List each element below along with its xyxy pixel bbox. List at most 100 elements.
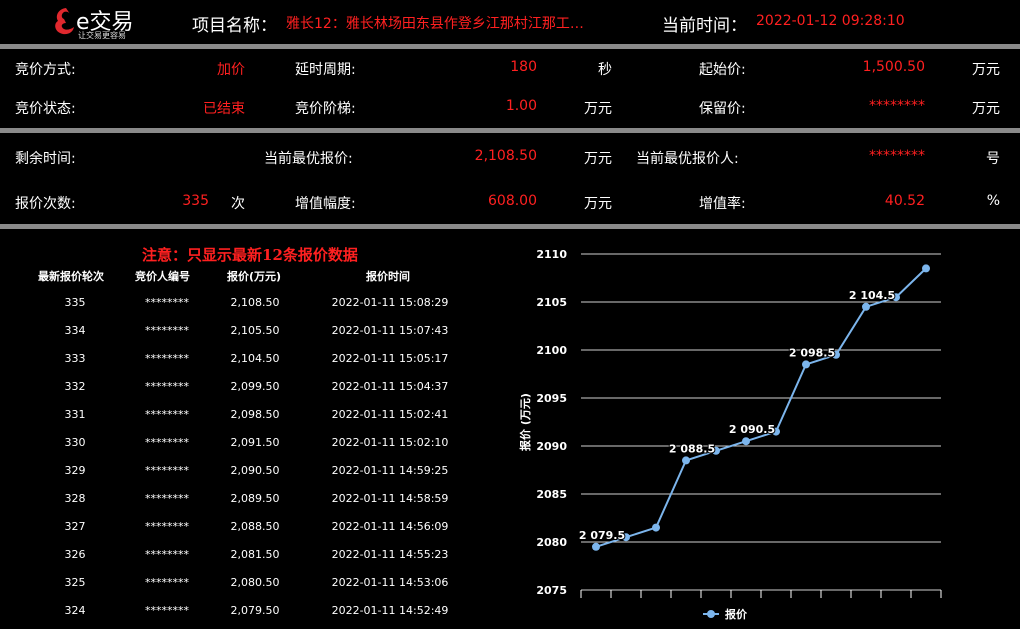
round-cell: 328 bbox=[64, 492, 86, 505]
data-label: 2 098.5 bbox=[789, 346, 835, 359]
time-cell: 2022-01-11 15:02:10 bbox=[331, 436, 449, 449]
bidder-cell: ******** bbox=[145, 436, 189, 449]
rate-unit: % bbox=[986, 193, 1000, 209]
reserve-price-label: 保留价: bbox=[699, 101, 746, 117]
round-cell: 335 bbox=[64, 296, 86, 309]
time-cell: 2022-01-11 14:52:49 bbox=[331, 604, 449, 617]
round-cell: 324 bbox=[64, 604, 86, 617]
logo: e交易 让交易更容易 bbox=[52, 4, 152, 40]
rate-value: 40.52 bbox=[884, 193, 925, 209]
separator bbox=[0, 44, 1020, 49]
y-tick-label: 2085 bbox=[536, 488, 567, 501]
round-cell: 330 bbox=[64, 436, 86, 449]
table-row: 325 ******** 2,080.50 2022-01-11 14:53:06 bbox=[0, 568, 500, 596]
price-cell: 2,091.50 bbox=[230, 436, 280, 449]
price-cell: 2,079.50 bbox=[230, 604, 280, 617]
info-row-4: 报价次数: 335 次 增值幅度: 608.00 万元 增值率: 40.52 % bbox=[0, 193, 1020, 217]
start-price-unit: 万元 bbox=[972, 62, 1000, 78]
status-value: 已结束 bbox=[203, 101, 245, 117]
info-row-3: 剩余时间: 当前最优报价: 2,108.50 万元 当前最优报价人: *****… bbox=[0, 148, 1020, 172]
time-cell: 2022-01-11 15:04:37 bbox=[331, 380, 449, 393]
y-tick-label: 2090 bbox=[536, 440, 567, 453]
data-point bbox=[802, 360, 810, 369]
table-row: 327 ******** 2,088.50 2022-01-11 14:56:09 bbox=[0, 512, 500, 540]
project-name: 雅长12：雅长林场田东县作登乡江那村江那工… bbox=[286, 16, 584, 32]
data-point bbox=[922, 264, 930, 273]
increase-unit: 万元 bbox=[584, 196, 612, 212]
remaining-time-label: 剩余时间: bbox=[15, 151, 76, 167]
separator bbox=[0, 224, 1020, 229]
data-point bbox=[742, 437, 750, 446]
price-cell: 2,104.50 bbox=[230, 352, 280, 365]
time-cell: 2022-01-11 15:07:43 bbox=[331, 324, 449, 337]
bidder-cell: ******** bbox=[145, 548, 189, 561]
rate-label: 增值率: bbox=[699, 196, 746, 212]
column-header-round: 最新报价轮次 bbox=[38, 270, 104, 283]
bidder-cell: ******** bbox=[145, 576, 189, 589]
separator bbox=[0, 128, 1020, 133]
time-cell: 2022-01-11 15:08:29 bbox=[331, 296, 449, 309]
table-row: 326 ******** 2,081.50 2022-01-11 14:55:23 bbox=[0, 540, 500, 568]
y-tick-label: 2095 bbox=[536, 392, 567, 405]
reserve-price-value: ******** bbox=[869, 98, 925, 114]
start-price-value: 1,500.50 bbox=[862, 59, 925, 75]
bidder-cell: ******** bbox=[145, 492, 189, 505]
table-notice: 注意：只显示最新12条报价数据 bbox=[142, 246, 358, 264]
step-label: 竞价阶梯: bbox=[295, 101, 356, 117]
price-cell: 2,108.50 bbox=[230, 296, 280, 309]
increase-value: 608.00 bbox=[488, 193, 537, 209]
time-cell: 2022-01-11 14:55:23 bbox=[331, 548, 449, 561]
y-tick-label: 2100 bbox=[536, 344, 567, 357]
table-row: 330 ******** 2,091.50 2022-01-11 15:02:10 bbox=[0, 428, 500, 456]
start-price-label: 起始价: bbox=[699, 62, 746, 78]
project-label: 项目名称： bbox=[192, 16, 277, 36]
data-point bbox=[592, 542, 600, 551]
data-label: 2 088.5 bbox=[669, 442, 715, 455]
table-row: 335 ******** 2,108.50 2022-01-11 15:08:29 bbox=[0, 288, 500, 316]
time-cell: 2022-01-11 15:02:41 bbox=[331, 408, 449, 421]
column-header-time: 报价时间 bbox=[366, 270, 410, 283]
bidder-cell: ******** bbox=[145, 604, 189, 617]
round-cell: 334 bbox=[64, 324, 86, 337]
price-cell: 2,088.50 bbox=[230, 520, 280, 533]
data-point bbox=[652, 523, 660, 532]
best-price-label: 当前最优报价: bbox=[264, 151, 353, 167]
price-cell: 2,089.50 bbox=[230, 492, 280, 505]
table-row: 334 ******** 2,105.50 2022-01-11 15:07:43 bbox=[0, 316, 500, 344]
price-cell: 2,081.50 bbox=[230, 548, 280, 561]
column-header-bidder: 竞价人编号 bbox=[135, 270, 190, 283]
step-unit: 万元 bbox=[584, 101, 612, 117]
delay-label: 延时周期: bbox=[295, 62, 356, 78]
round-cell: 329 bbox=[64, 464, 86, 477]
y-axis-label: 报价 (万元) bbox=[518, 393, 532, 451]
price-cell: 2,105.50 bbox=[230, 324, 280, 337]
round-cell: 331 bbox=[64, 408, 86, 421]
info-row-1: 竞价方式: 加价 延时周期: 180 秒 起始价: 1,500.50 万元 bbox=[0, 59, 1020, 83]
data-point bbox=[862, 302, 870, 311]
round-cell: 327 bbox=[64, 520, 86, 533]
time-cell: 2022-01-11 14:59:25 bbox=[331, 464, 449, 477]
time-cell: 2022-01-11 14:56:09 bbox=[331, 520, 449, 533]
step-value: 1.00 bbox=[505, 98, 537, 114]
table-row: 332 ******** 2,099.50 2022-01-11 15:04:37 bbox=[0, 372, 500, 400]
series-line bbox=[595, 267, 927, 548]
round-cell: 325 bbox=[64, 576, 86, 589]
time-cell: 2022-01-11 14:53:06 bbox=[331, 576, 449, 589]
data-label: 2 079.5 bbox=[579, 529, 625, 542]
legend-marker bbox=[707, 610, 715, 618]
bid-count-value: 335 bbox=[182, 193, 209, 209]
price-cell: 2,099.50 bbox=[230, 380, 280, 393]
increase-label: 增值幅度: bbox=[295, 196, 356, 212]
data-point bbox=[682, 456, 690, 465]
current-time-value: 2022-01-12 09:28:10 bbox=[756, 13, 905, 29]
logo-mark-icon bbox=[55, 8, 74, 35]
y-tick-label: 2080 bbox=[536, 536, 567, 549]
price-cell: 2,080.50 bbox=[230, 576, 280, 589]
bid-price-chart: 2075 2080 2085 2090 2095 2100 2105 2110 报价 (万元) 2… bbox=[505, 238, 1020, 629]
bid-count-unit: 次 bbox=[231, 196, 245, 212]
bidder-cell: ******** bbox=[145, 352, 189, 365]
round-cell: 326 bbox=[64, 548, 86, 561]
current-time-label: 当前时间： bbox=[662, 16, 747, 36]
data-label: 2 104.5 bbox=[849, 289, 895, 302]
bid-count-label: 报价次数: bbox=[15, 196, 76, 212]
